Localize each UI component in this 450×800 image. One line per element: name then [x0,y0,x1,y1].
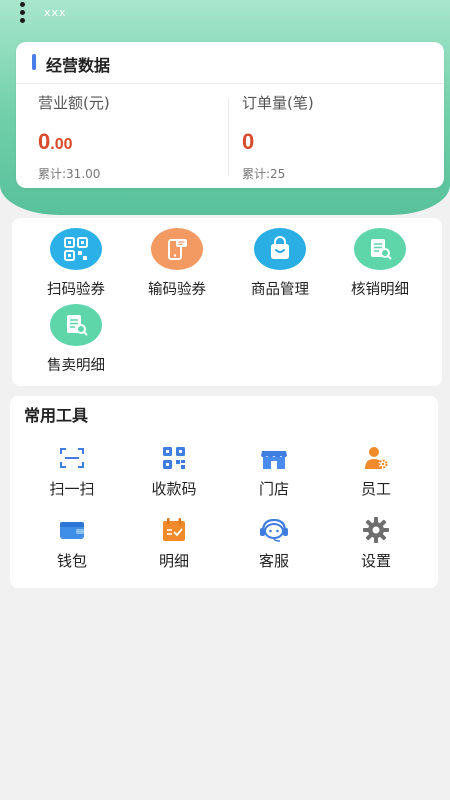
store-icon [224,444,324,472]
phone-chat-icon [151,228,203,270]
settings-gear-icon [326,516,426,544]
sales-details-button[interactable]: 售卖明细 [26,304,126,375]
wallet-icon [22,516,122,544]
store-label: 门店 [258,480,289,498]
headset-icon [224,516,324,544]
common-tools-card: 常用工具 扫一扫 收款码 门店 员工 钱包 明细 客服 设置 [10,396,438,588]
document-search-icon [50,304,102,346]
scan-verify-button[interactable]: 扫码验券 [26,228,126,299]
customer-service-label: 客服 [258,552,289,570]
shopping-bag-icon [254,228,306,270]
orders-stat[interactable]: 订单量(笔) 0 累计:25 [242,92,314,182]
details-label: 明细 [158,552,189,570]
calendar-detail-icon [124,516,224,544]
verify-details-button[interactable]: 核销明细 [330,228,430,299]
revenue-stat[interactable]: 营业额(元) 0.00 累计:31.00 [38,92,110,182]
revenue-value-dec: .00 [50,136,73,153]
scan-button[interactable]: 扫一扫 [22,444,122,499]
payment-code-label: 收款码 [151,480,197,498]
qr-scan-icon [50,228,102,270]
more-menu-icon[interactable] [20,2,26,26]
wallet-label: 钱包 [56,552,87,570]
qr-code-icon [124,444,224,472]
settings-label: 设置 [360,552,391,570]
scan-frame-icon [22,444,122,472]
payment-code-button[interactable]: 收款码 [124,444,224,499]
top-bar: xxx [0,0,450,26]
revenue-total: 累计:31.00 [38,167,101,181]
section-accent-bar [32,54,36,70]
staff-button[interactable]: 员工 [326,444,426,499]
details-button[interactable]: 明细 [124,516,224,571]
staff-icon [326,444,426,472]
customer-service-button[interactable]: 客服 [224,516,324,571]
stat-divider [228,98,229,176]
wallet-button[interactable]: 钱包 [22,516,122,571]
common-tools-title: 常用工具 [24,406,89,425]
input-code-verify-button[interactable]: 输码验券 [127,228,227,299]
product-management-label: 商品管理 [251,282,309,298]
verify-actions-card: 扫码验券 输码验券 商品管理 核销明细 售卖明细 [12,218,442,386]
orders-value: 0 [242,129,255,154]
business-data-title: 经营数据 [46,56,111,75]
input-code-verify-label: 输码验券 [148,282,206,298]
revenue-value-int: 0 [38,129,51,154]
store-button[interactable]: 门店 [224,444,324,499]
business-data-header: 经营数据 [16,42,444,84]
revenue-label: 营业额(元) [38,94,110,112]
orders-total: 累计:25 [242,167,286,181]
orders-label: 订单量(笔) [242,94,314,112]
business-data-card: 经营数据 营业额(元) 0.00 累计:31.00 订单量(笔) 0 累计:25 [16,42,444,188]
scan-verify-label: 扫码验券 [47,282,105,298]
settings-button[interactable]: 设置 [326,516,426,571]
document-search-icon [354,228,406,270]
sales-details-label: 售卖明细 [47,358,105,374]
revenue-value: 0.00 [38,129,110,155]
staff-label: 员工 [360,480,391,498]
app-title: xxx [44,6,67,19]
verify-details-label: 核销明细 [351,282,409,298]
scan-label: 扫一扫 [49,480,95,498]
product-management-button[interactable]: 商品管理 [230,228,330,299]
